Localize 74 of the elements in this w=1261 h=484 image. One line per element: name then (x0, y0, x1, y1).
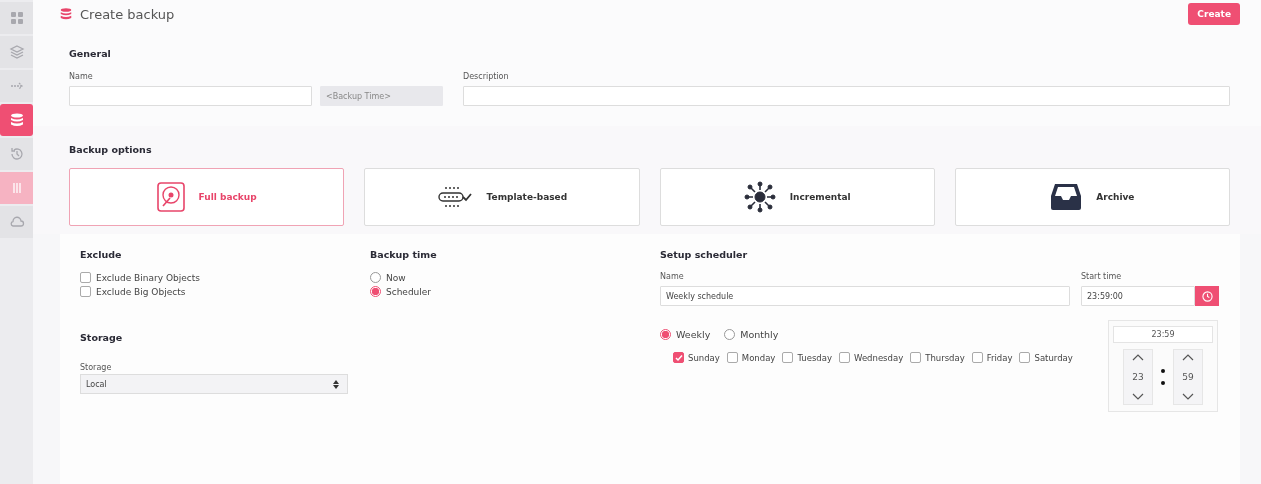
checkbox-option[interactable]: Exclude Big Objects (80, 286, 370, 297)
radio-button[interactable] (370, 286, 381, 297)
checkbox[interactable] (838, 352, 850, 363)
chevron-down-icon (1182, 393, 1194, 400)
checkbox[interactable] (971, 352, 983, 363)
description-field[interactable] (463, 86, 1230, 106)
day-checkbox-option[interactable]: Monday (726, 352, 776, 363)
section-heading: Storage (80, 332, 124, 343)
field-label: Name (660, 272, 685, 281)
database-icon (8, 112, 25, 128)
field-label: Name (69, 72, 94, 81)
sidebar-item[interactable] (0, 172, 33, 204)
burst-icon (743, 181, 776, 213)
storage-select[interactable]: Local (80, 374, 348, 394)
backup-option-card[interactable]: Incremental (659, 168, 935, 226)
section-heading: Setup scheduler (660, 249, 749, 260)
hour-value: 23 (1132, 371, 1144, 384)
sidebar-item[interactable] (0, 104, 33, 136)
section-heading: Backup time (370, 249, 438, 260)
day-checkbox-option[interactable]: Friday (971, 352, 1013, 363)
radio-option[interactable]: Scheduler (370, 286, 660, 297)
start-time-field[interactable]: 23:59:00 (1081, 286, 1195, 306)
clock-icon (1201, 290, 1213, 302)
chevron-up-icon (1132, 354, 1144, 361)
day-checkbox-option[interactable]: Thursday (910, 352, 965, 363)
time-display: 23:59 (1113, 326, 1213, 343)
minute-value: 59 (1182, 371, 1194, 384)
radio-option[interactable]: Now (370, 272, 660, 283)
checkbox[interactable] (673, 352, 684, 363)
database-icon (59, 7, 73, 21)
colon-separator-icon (1161, 368, 1165, 386)
sidebar-item[interactable] (0, 138, 33, 170)
radio-button[interactable] (724, 329, 736, 340)
checkbox[interactable] (1019, 352, 1031, 363)
checkbox[interactable] (782, 352, 794, 363)
day-checkbox-option[interactable]: Sunday (673, 352, 720, 363)
chevron-up-icon (1182, 354, 1194, 361)
checkbox[interactable] (910, 352, 922, 363)
chevron-down-icon (1132, 393, 1144, 400)
schedule-name-field[interactable]: Weekly schedule (660, 286, 1070, 306)
history-icon (8, 146, 25, 162)
sidebar-item[interactable] (0, 2, 33, 34)
section-heading: General (69, 48, 112, 59)
sort-caret-icon (333, 379, 339, 389)
radio-button[interactable] (370, 272, 381, 283)
field-label: Storage (80, 363, 112, 372)
field-label: Start time (1081, 272, 1123, 281)
clock-button[interactable] (1195, 286, 1219, 306)
name-field[interactable] (69, 86, 312, 106)
sidebar-item[interactable] (0, 36, 33, 68)
day-checkbox-option[interactable]: Wednesday (838, 352, 904, 363)
radio-option[interactable]: Monthly (724, 329, 779, 340)
radio-button[interactable] (660, 329, 671, 340)
backup-option-card[interactable]: Full backup (69, 168, 345, 226)
dotted-pill-check-icon (436, 186, 473, 208)
backup-time-field: <Backup Time> (320, 86, 443, 106)
cloud-icon (8, 214, 25, 230)
sidebar-item[interactable] (0, 206, 33, 238)
field-label: Description (463, 72, 510, 81)
layers-icon (8, 44, 25, 60)
section-heading: Exclude (80, 249, 123, 260)
radio-option[interactable]: Weekly (660, 329, 711, 340)
checkbox[interactable] (726, 352, 738, 363)
backup-option-card[interactable]: Archive (954, 168, 1230, 226)
section-heading: Backup options (69, 144, 153, 155)
checkbox[interactable] (80, 286, 91, 297)
day-checkbox-option[interactable]: Tuesday (782, 352, 832, 363)
checkbox[interactable] (80, 272, 91, 283)
checkbox-option[interactable]: Exclude Binary Objects (80, 272, 370, 283)
backup-option-card[interactable]: Template-based (364, 168, 640, 226)
page-title: Create backup (80, 6, 175, 22)
inbox-tray-icon (1050, 183, 1083, 211)
day-checkbox-option[interactable]: Saturday (1019, 352, 1073, 363)
grid-icon (8, 10, 25, 26)
